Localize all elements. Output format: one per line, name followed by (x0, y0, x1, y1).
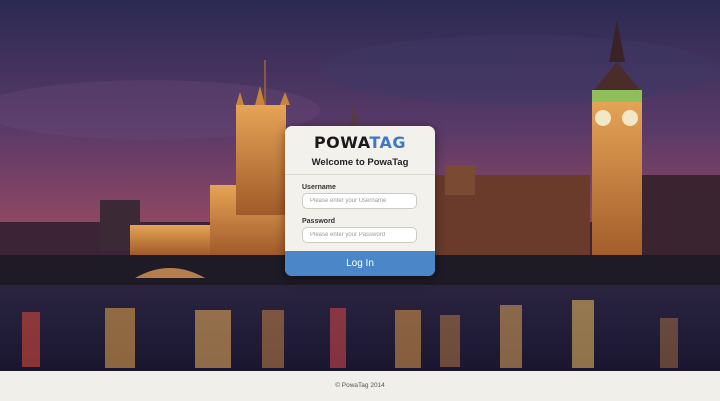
welcome-heading: Welcome to PowaTag (311, 157, 409, 168)
login-card: POWATAG Welcome to PowaTag Username Pass… (285, 126, 435, 276)
username-label: Username (302, 184, 336, 191)
footer: © PowaTag 2014 (0, 371, 720, 401)
logo-dark-part: POWA (313, 133, 370, 152)
powatag-logo: POWATAG (285, 135, 435, 151)
login-button[interactable]: Log In (285, 251, 435, 276)
logo-blue-part: TAG (369, 133, 407, 152)
username-input[interactable] (302, 193, 417, 209)
password-label: Password (302, 218, 336, 225)
password-input[interactable] (302, 227, 417, 243)
copyright-text: © PowaTag 2014 (335, 382, 385, 389)
card-header: POWATAG Welcome to PowaTag (285, 126, 435, 175)
